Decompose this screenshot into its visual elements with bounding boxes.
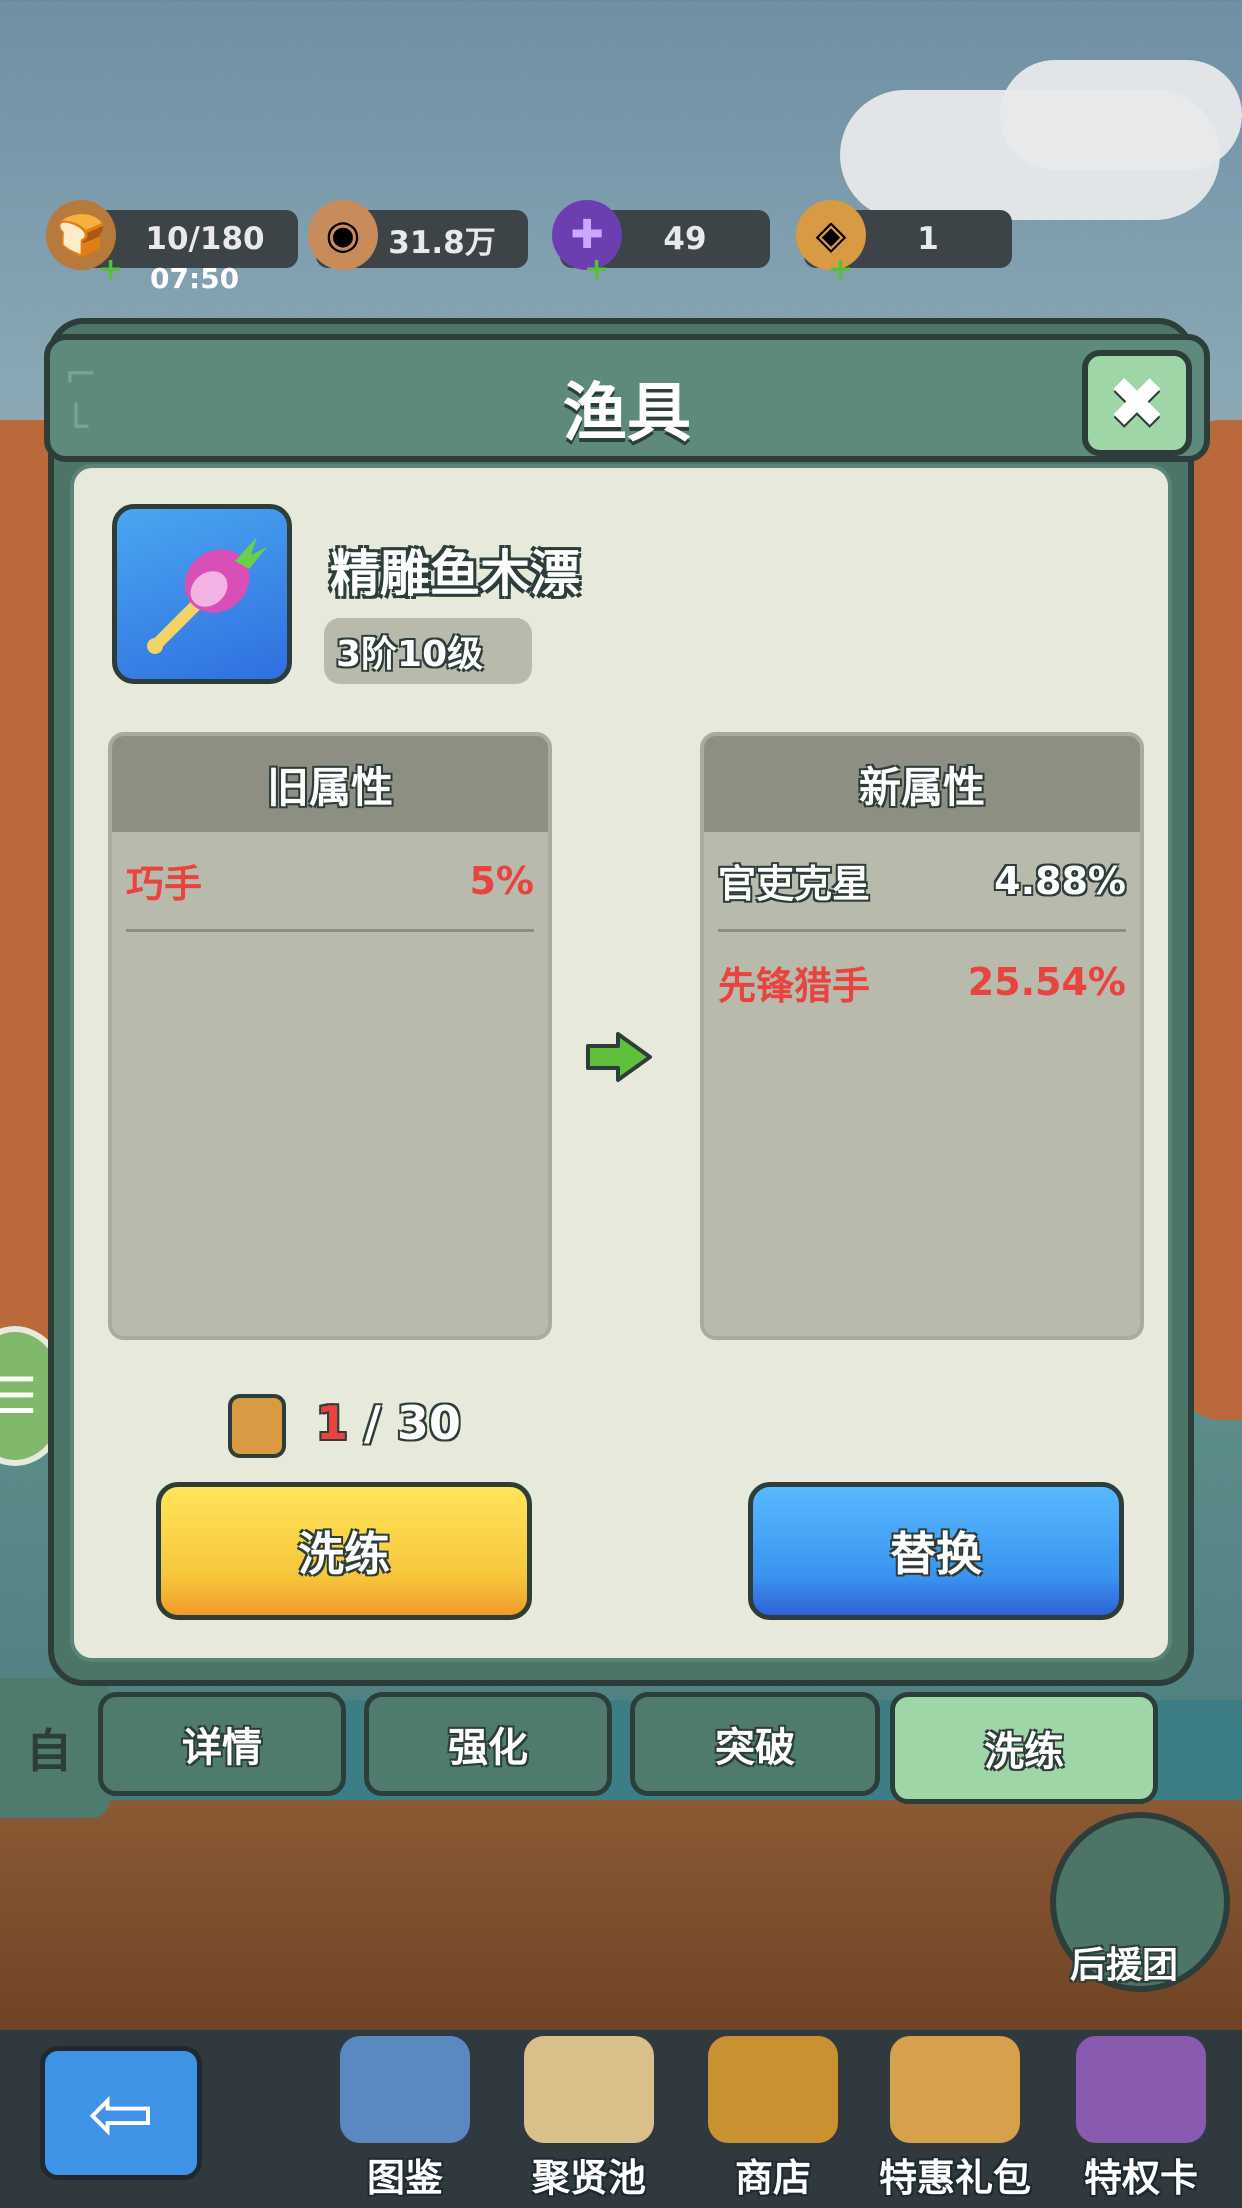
gems-plus-icon[interactable]: + [584, 252, 609, 287]
tab-details[interactable]: 详情 [98, 1692, 346, 1796]
scroll-map-icon [524, 2036, 654, 2143]
attribute-value: 25.54% [967, 960, 1126, 1004]
stamina-value: 10/180 [145, 221, 265, 257]
nav-label: 特权卡 [1083, 2156, 1198, 2200]
old-attributes-title: 旧属性 [112, 736, 548, 832]
stamina-timer: 07:50 [150, 262, 240, 295]
attribute-name: 官吏克星 [718, 862, 871, 906]
cost-separator: / [348, 1396, 397, 1450]
item-level-badge: 3阶10级 [324, 618, 532, 684]
stamina-plus-icon[interactable]: + [98, 252, 123, 287]
refine-stone-icon [228, 1394, 286, 1458]
replace-button-label: 替换 [890, 1527, 982, 1581]
new-attributes-panel: 新属性 官吏克星 4.88% 先锋猎手 25.54% [700, 732, 1144, 1340]
support-group-label: 后援团 [1070, 1945, 1179, 1986]
attribute-value: 5% [469, 858, 534, 903]
refine-cost: 1 / 30 [316, 1396, 461, 1450]
nav-item-codex[interactable]: 图鉴 [320, 2036, 490, 2208]
nav-label: 聚贤池 [531, 2156, 646, 2200]
cloud [1000, 60, 1242, 170]
refine-button-label: 洗练 [298, 1527, 390, 1581]
fishing-float-icon [112, 504, 292, 684]
nav-item-privilege-card[interactable]: 特权卡 [1056, 2036, 1226, 2208]
fishing-float-art [147, 537, 267, 654]
back-button[interactable]: ⇦ [40, 2046, 202, 2180]
cost-total: 30 [396, 1396, 461, 1450]
tab-label: 详情 [182, 1725, 262, 1771]
nav-label: 特惠礼包 [878, 2156, 1031, 2200]
book-icon [340, 2036, 470, 2143]
tab-refine[interactable]: 洗练 [890, 1692, 1158, 1804]
refine-button[interactable]: 洗练 [156, 1482, 532, 1620]
gold-basket-icon [708, 2036, 838, 2143]
cost-current: 1 [316, 1396, 349, 1450]
attribute-row: 先锋猎手 25.54% [718, 932, 1126, 1032]
attribute-value: 4.88% [994, 858, 1126, 903]
tab-label: 突破 [715, 1725, 795, 1771]
tab-label: 洗练 [984, 1729, 1064, 1775]
tab-breakthrough[interactable]: 突破 [630, 1692, 880, 1796]
nav-label: 商店 [734, 2156, 811, 2200]
coin-icon: ◉ [308, 200, 378, 270]
nav-item-gift-pack[interactable]: 特惠礼包 [870, 2036, 1040, 2208]
nav-item-recruit[interactable]: 聚贤池 [504, 2036, 674, 2208]
stones-value: 1 [917, 221, 939, 257]
gems-value: 49 [663, 221, 707, 257]
nav-item-shop[interactable]: 商店 [688, 2036, 858, 2208]
auto-label: 自 [26, 1724, 72, 1778]
close-button[interactable]: ✖ [1082, 350, 1192, 456]
new-attributes-title: 新属性 [704, 736, 1140, 832]
old-attributes-panel: 旧属性 巧手 5% [108, 732, 552, 1340]
tab-label: 强化 [448, 1725, 528, 1771]
close-icon: ✖ [1107, 362, 1167, 444]
nav-label: 图鉴 [366, 2156, 443, 2200]
stones-plus-icon[interactable]: + [828, 252, 853, 287]
replace-button[interactable]: 替换 [748, 1482, 1124, 1620]
attribute-name: 先锋猎手 [718, 963, 871, 1008]
back-arrow-icon: ⇦ [87, 2066, 155, 2160]
attribute-row: 巧手 5% [126, 832, 534, 932]
privilege-card-icon [1076, 2036, 1206, 2143]
coins-value: 31.8万 [388, 224, 496, 261]
item-name: 精雕鱼木漂 [330, 545, 580, 603]
tab-enhance[interactable]: 强化 [364, 1692, 612, 1796]
arrow-right-icon [586, 1032, 652, 1082]
auto-button[interactable]: 自 [0, 1678, 110, 1818]
dialog-title: 渔具 [563, 377, 691, 451]
gift-pack-icon [890, 2036, 1020, 2143]
attribute-row: 官吏克星 4.88% [718, 832, 1126, 932]
attribute-name: 巧手 [126, 862, 203, 906]
dialog-title-bar: ⌐ └ 渔具 ✖ [44, 334, 1210, 462]
